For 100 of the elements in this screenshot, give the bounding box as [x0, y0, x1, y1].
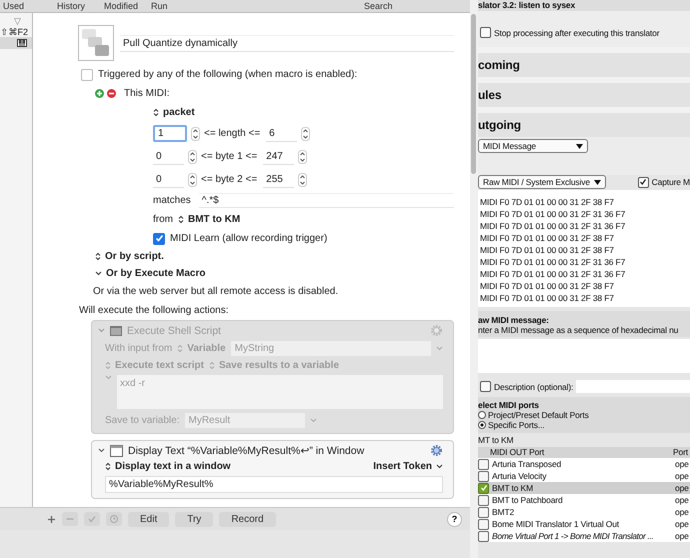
selected-macro-row[interactable]	[0, 37, 32, 49]
column-header[interactable]: History	[57, 1, 104, 11]
port-checkbox[interactable]	[478, 506, 489, 518]
chevron-down-icon[interactable]	[98, 448, 105, 453]
midi-log-line: MIDI F0 7D 01 01 00 00 31 2F 31 36 F7	[480, 208, 626, 220]
action-type-dropdown[interactable]: MIDI Message	[478, 139, 588, 153]
min-value-field[interactable]: 1	[153, 125, 187, 142]
port-status: ope	[675, 519, 690, 529]
updown-chevron-icon	[95, 252, 101, 261]
port-mode-radio[interactable]	[478, 421, 486, 429]
port-name: BMT to Patchboard	[492, 495, 564, 505]
port-row[interactable]: BMT to KM ope	[478, 482, 690, 494]
midi-log-line: MIDI F0 7D 01 01 00 00 31 2F 31 36 F7	[480, 220, 626, 232]
port-checkbox[interactable]	[478, 494, 489, 506]
column-header[interactable]: Run	[151, 1, 364, 11]
midi-learn-label: MIDI Learn (allow recording trigger)	[170, 233, 328, 244]
section-header[interactable]: coming	[478, 47, 690, 77]
stepper-icon[interactable]	[298, 172, 308, 186]
toolbar-button[interactable]: Try	[175, 512, 214, 526]
midi-log-line: MIDI F0 7D 01 01 00 00 31 2F 38 F7	[480, 280, 615, 292]
stepper-icon[interactable]	[301, 126, 310, 140]
stepper-icon[interactable]	[188, 150, 197, 164]
max-value-field[interactable]: 255	[263, 172, 294, 188]
stepper-icon[interactable]	[188, 172, 197, 186]
column-header[interactable]: Port	[673, 447, 690, 458]
description-field[interactable]	[576, 380, 690, 393]
actions-heading: Will execute the following actions:	[79, 304, 230, 318]
message-type-dropdown[interactable]: Raw MIDI / System Exclusive	[478, 175, 606, 189]
trigger-option[interactable]: Or by script.	[95, 251, 164, 262]
updown-chevron-icon	[105, 361, 111, 370]
port-row[interactable]: Bome Virtual Port 1 -> Bome MIDI Translator ... ope	[478, 530, 690, 542]
column-header[interactable]: Used	[3, 1, 57, 11]
piano-keys-icon	[17, 39, 27, 47]
description-label: Description (optional):	[494, 382, 574, 392]
max-value-field[interactable]: 6	[266, 126, 298, 142]
port-name: Bome Virtual Port 1 -> Bome MIDI Translator ...	[492, 531, 655, 541]
midi-log-line: MIDI F0 7D 01 01 00 00 31 2F 38 F7	[480, 292, 615, 304]
toolbar-button[interactable]: Record	[219, 512, 276, 526]
capture-checkbox[interactable]	[638, 176, 649, 188]
stepper-icon[interactable]	[298, 150, 308, 164]
description-checkbox[interactable]	[480, 381, 491, 392]
port-row[interactable]: Arturia Velocity ope	[478, 470, 690, 482]
port-mode-radio[interactable]	[478, 411, 486, 419]
raw-message-heading: aw MIDI message:	[478, 315, 550, 325]
port-status: ope	[675, 495, 690, 505]
port-checkbox[interactable]	[478, 470, 489, 482]
port-row[interactable]: Bome MIDI Translator 1 Virtual Out ope	[478, 518, 690, 530]
stop-processing-checkbox[interactable]	[480, 27, 491, 38]
translator-title: slator 3.2: listen to sysex	[478, 0, 690, 11]
port-group-label: MT to KM	[478, 434, 514, 447]
from-label: from	[153, 214, 173, 225]
section-header[interactable]: utgoing	[478, 107, 690, 137]
section-header[interactable]: ules	[478, 77, 690, 107]
port-checkbox[interactable]	[478, 482, 489, 494]
min-value-field[interactable]: 0	[153, 148, 184, 164]
display-text-field[interactable]: %Variable%MyResult%	[105, 476, 443, 493]
trigger-checkbox[interactable]	[81, 68, 93, 80]
matches-label: matches	[153, 195, 191, 206]
source-popup[interactable]: BMT to KM	[178, 214, 240, 225]
port-name: Bome MIDI Translator 1 Virtual Out	[492, 519, 620, 529]
port-row[interactable]: BMT to Patchboard ope	[478, 494, 690, 506]
insert-token-menu[interactable]: Insert Token	[373, 461, 443, 472]
port-checkbox[interactable]	[478, 458, 489, 470]
max-value-field[interactable]: 247	[263, 148, 294, 164]
ports-heading: elect MIDI ports	[478, 400, 540, 410]
packet-popup[interactable]: packet	[153, 107, 195, 118]
port-row[interactable]: Arturia Transposed ope	[478, 458, 690, 470]
min-value-field[interactable]: 0	[153, 172, 184, 188]
gear-icon[interactable]	[430, 444, 443, 457]
port-name: Arturia Transposed	[492, 459, 562, 469]
port-status: ope	[675, 531, 690, 541]
input-label: With input from	[105, 343, 172, 354]
matches-field[interactable]: ^.*$	[198, 193, 454, 208]
port-checkbox[interactable]	[478, 518, 489, 530]
add-icon[interactable]	[95, 89, 104, 98]
port-row[interactable]: BMT2 ope	[478, 506, 690, 518]
save-label: Save to variable:	[105, 415, 180, 426]
updown-chevron-icon	[208, 361, 215, 370]
remove-icon[interactable]	[107, 89, 116, 98]
column-header[interactable]: MIDI OUT Port	[478, 447, 673, 458]
trigger-type-label: This MIDI:	[124, 88, 170, 99]
stepper-icon[interactable]	[191, 126, 200, 140]
column-header[interactable]: Modified	[104, 1, 151, 11]
display-mode-popup[interactable]: Display text in a window	[105, 461, 231, 472]
raw-message-field[interactable]	[478, 339, 690, 373]
macro-name-field[interactable]: Pull Quantize dynamically	[120, 34, 454, 52]
port-checkbox[interactable]	[478, 530, 489, 542]
stop-processing-label: Stop processing after executing this translator	[494, 28, 660, 38]
midi-log-line: MIDI F0 7D 01 01 00 00 31 2F 38 F7	[480, 244, 615, 256]
column-header[interactable]: Search	[364, 1, 393, 11]
checkmark-icon[interactable]	[84, 512, 100, 526]
plus-icon[interactable]	[47, 514, 56, 524]
toolbar-button[interactable]: Edit	[128, 512, 170, 526]
help-button[interactable]: ?	[447, 512, 462, 526]
trigger-option[interactable]: Or by Execute Macro	[95, 268, 206, 279]
macro-group-icon	[78, 25, 114, 61]
updown-chevron-icon	[153, 108, 159, 117]
port-status: ope	[675, 483, 690, 493]
updown-chevron-icon	[105, 462, 111, 471]
midi-learn-checkbox[interactable]	[153, 232, 165, 244]
